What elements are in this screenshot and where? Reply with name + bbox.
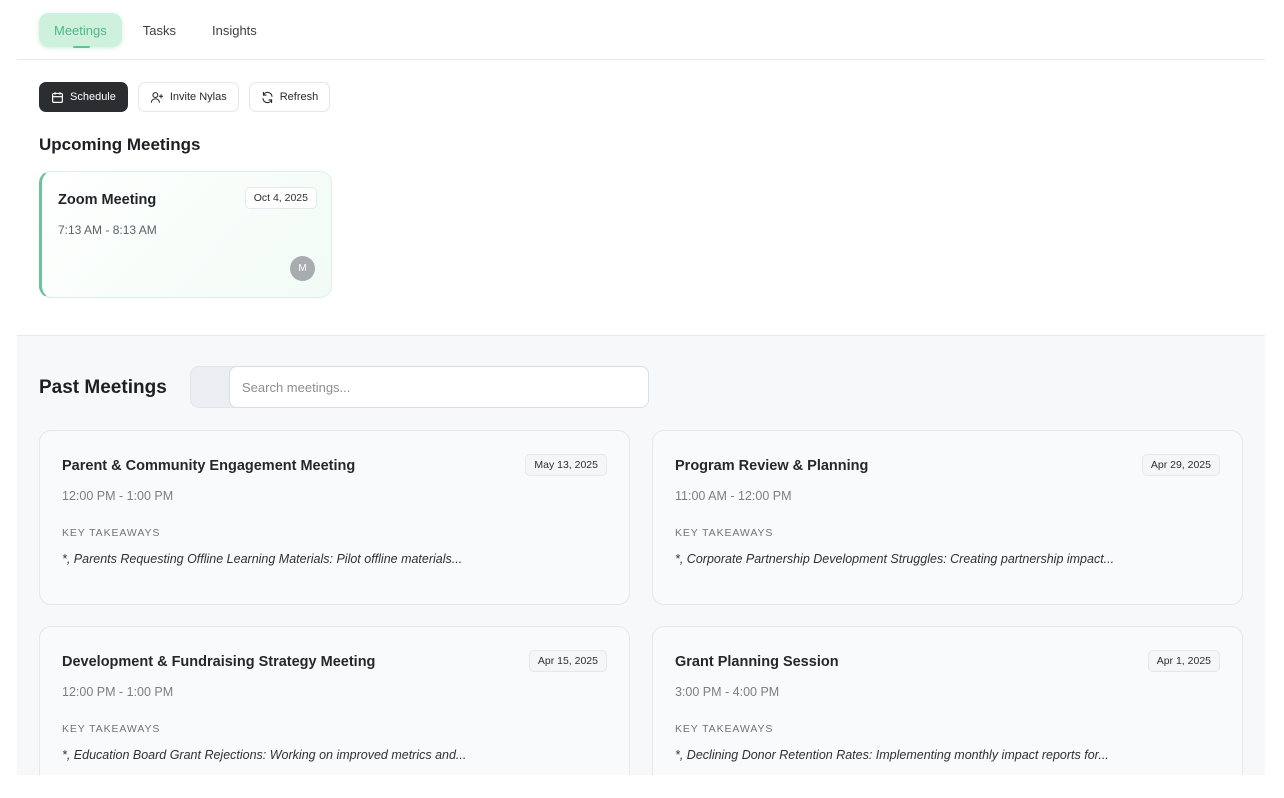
refresh-label: Refresh (279, 91, 319, 103)
calendar-icon (51, 91, 64, 104)
meeting-time: 12:00 PM - 1:00 PM (62, 489, 174, 503)
key-takeaways-label: KEY TAKEAWAYS (675, 527, 774, 539)
past-meeting-card[interactable]: Development & Fundraising Strategy Meeti… (39, 626, 630, 775)
meeting-title: Zoom Meeting (58, 192, 157, 208)
meeting-time: 7:13 AM - 8:13 AM (58, 223, 157, 237)
past-meeting-card[interactable]: Program Review & Planning Apr 29, 2025 1… (652, 430, 1243, 605)
user-plus-icon (150, 91, 164, 104)
key-takeaway-text: *, Corporate Partnership Development Str… (675, 552, 1115, 566)
meeting-date-badge: Apr 29, 2025 (1141, 454, 1220, 476)
past-meetings-title: Past Meetings (39, 377, 167, 398)
meeting-date-badge: Oct 4, 2025 (244, 187, 317, 209)
upcoming-meeting-card[interactable]: Zoom Meeting Oct 4, 2025 7:13 AM - 8:13 … (39, 171, 332, 298)
meeting-title: Grant Planning Session (675, 654, 839, 670)
key-takeaway-text: *, Declining Donor Retention Rates: Impl… (675, 748, 1109, 762)
schedule-label: Schedule (70, 91, 116, 103)
key-takeaways-label: KEY TAKEAWAYS (62, 723, 161, 735)
tab-insights-label: Insights (211, 22, 257, 38)
meeting-time: 12:00 PM - 1:00 PM (62, 685, 174, 699)
search-box (190, 366, 649, 408)
key-takeaway-text: *, Education Board Grant Rejections: Wor… (62, 748, 467, 762)
tab-meetings[interactable]: Meetings (39, 13, 122, 48)
meeting-date-badge: May 13, 2025 (525, 454, 607, 476)
meeting-date-badge: Apr 1, 2025 (1147, 650, 1220, 672)
meeting-title: Program Review & Planning (675, 458, 869, 474)
meeting-time: 11:00 AM - 12:00 PM (675, 489, 792, 503)
schedule-button[interactable]: Schedule (39, 82, 128, 112)
tab-insights[interactable]: Insights (197, 13, 272, 47)
past-meetings-section: Past Meetings Parent & Community Engagem… (17, 335, 1265, 775)
invite-nylas-button[interactable]: Invite Nylas (137, 82, 239, 112)
past-meeting-card[interactable]: Parent & Community Engagement Meeting Ma… (39, 430, 630, 605)
past-meeting-card[interactable]: Grant Planning Session Apr 1, 2025 3:00 … (652, 626, 1243, 775)
meetings-app: Meetings Tasks Insights Schedule Invite … (17, 0, 1265, 775)
meeting-date-badge: Apr 15, 2025 (528, 650, 607, 672)
key-takeaways-label: KEY TAKEAWAYS (62, 527, 161, 539)
key-takeaway-text: *, Parents Requesting Offline Learning M… (62, 552, 463, 566)
tab-bar: Meetings Tasks Insights (39, 13, 278, 48)
refresh-icon (261, 91, 274, 104)
tab-tasks[interactable]: Tasks (128, 13, 191, 47)
tab-meetings-label: Meetings (54, 22, 107, 38)
meeting-time: 3:00 PM - 4:00 PM (675, 685, 780, 699)
search-input[interactable] (229, 366, 649, 408)
toolbar: Schedule Invite Nylas Refresh (39, 82, 331, 112)
key-takeaways-label: KEY TAKEAWAYS (675, 723, 774, 735)
tabs-divider (17, 59, 1265, 60)
avatar: M (290, 256, 315, 281)
refresh-button[interactable]: Refresh (248, 82, 331, 112)
tab-tasks-label: Tasks (142, 22, 176, 38)
invite-nylas-label: Invite Nylas (169, 91, 227, 103)
upcoming-meetings-title: Upcoming Meetings (39, 135, 201, 154)
meeting-title: Development & Fundraising Strategy Meeti… (62, 654, 376, 670)
meeting-title: Parent & Community Engagement Meeting (62, 458, 356, 474)
